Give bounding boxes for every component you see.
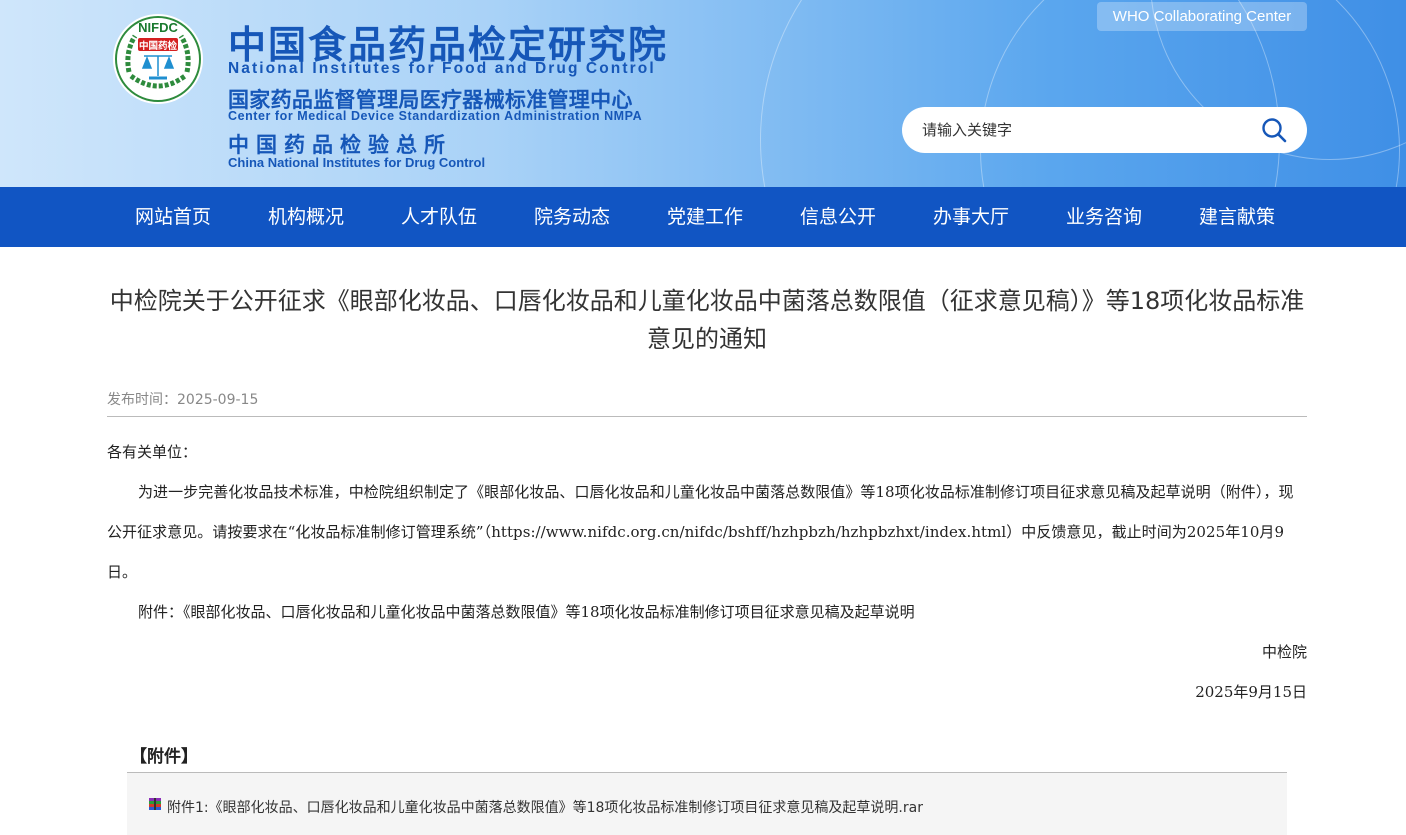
nav-item-disclosure[interactable]: 信息公开 [800,187,876,247]
search-input[interactable] [922,107,1252,153]
nav-item-consult[interactable]: 业务咨询 [1066,187,1142,247]
archive-file-icon [149,798,161,810]
svg-text:中国药检: 中国药检 [139,40,178,52]
nav-item-home[interactable]: 网站首页 [135,187,211,247]
main-nav: 网站首页 机构概况 人才队伍 院务动态 党建工作 信息公开 办事大厅 业务咨询 … [0,187,1406,247]
nav-item-party[interactable]: 党建工作 [667,187,743,247]
institute-name-en: China National Institutes for Drug Contr… [228,155,486,170]
nav-item-news[interactable]: 院务动态 [534,187,610,247]
site-header: NIFDC 中国药检 中国食品药品检定研究院 National Institut… [0,0,1406,187]
attachment-link[interactable]: 附件1:《眼部化妆品、口唇化妆品和儿童化妆品中菌落总数限值》等18项化妆品标准制… [167,797,923,817]
publish-date: 2025-09-15 [177,392,259,408]
site-title-en: National Institutes for Food and Drug Co… [228,60,656,77]
article-title: 中检院关于公开征求《眼部化妆品、口唇化妆品和儿童化妆品中菌落总数限值（征求意见稿… [109,287,1305,353]
article-paragraph: 为进一步完善化妆品技术标准，中检院组织制定了《眼部化妆品、口唇化妆品和儿童化妆品… [107,483,1294,581]
article-greeting: 各有关单位： [107,443,198,461]
nifdc-logo-icon[interactable]: NIFDC 中国药检 [111,12,205,106]
article-signature: 中检院 [1261,643,1307,661]
attachments-heading: 【附件】 [130,747,198,767]
publish-label: 发布时间： [107,392,177,408]
article-sign-date: 2025年9月15日 [1195,683,1307,701]
search-bar [902,107,1307,153]
attachments-list: 附件1:《眼部化妆品、口唇化妆品和儿童化妆品中菌落总数限值》等18项化妆品标准制… [127,772,1287,835]
center-name-en: Center for Medical Device Standardizatio… [228,109,643,123]
article-attachment-line: 附件：《眼部化妆品、口唇化妆品和儿童化妆品中菌落总数限值》等18项化妆品标准制修… [138,603,915,621]
search-icon[interactable] [1261,117,1287,143]
nav-item-services[interactable]: 办事大厅 [933,187,1009,247]
nav-item-suggestions[interactable]: 建言献策 [1199,187,1275,247]
divider [107,416,1307,417]
nav-item-about[interactable]: 机构概况 [268,187,344,247]
who-collaborating-center-link[interactable]: WHO Collaborating Center [1097,2,1307,31]
svg-text:NIFDC: NIFDC [138,20,178,35]
publish-meta: 发布时间：2025-09-15 [107,389,258,409]
nav-item-talent[interactable]: 人才队伍 [401,187,477,247]
